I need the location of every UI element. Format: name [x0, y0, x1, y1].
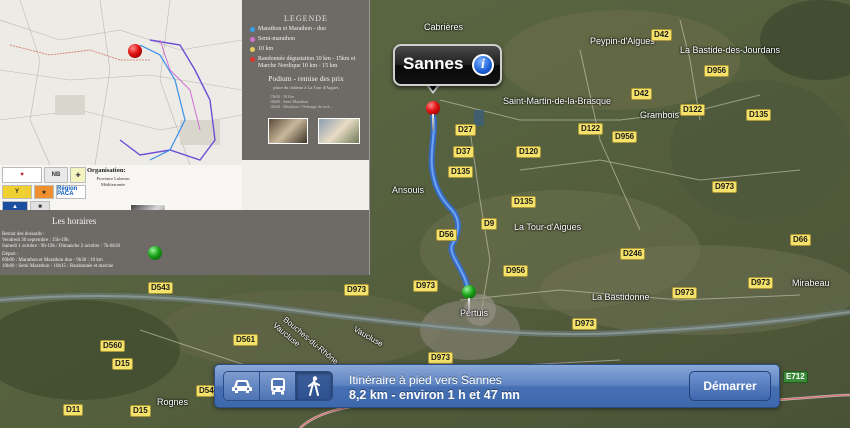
road-label: D246 [620, 248, 646, 260]
walk-icon[interactable] [296, 372, 332, 400]
directions-title: Itinéraire à pied vers Sannes [349, 373, 502, 387]
road-label: D973 [748, 277, 774, 289]
poster-route-map [0, 0, 243, 166]
road-label: D135 [511, 196, 537, 208]
road-label: D42 [631, 88, 652, 100]
sponsor-logo: NB [44, 167, 68, 183]
road-label: D42 [651, 29, 672, 41]
sponsor-logo: Y [2, 185, 32, 199]
start-pin[interactable] [462, 285, 476, 315]
car-icon[interactable] [224, 372, 260, 400]
legend-item: Semi-marathon [250, 36, 362, 43]
legend-label: Randonnée dégustation 10 km - 15km et Ma… [258, 56, 356, 69]
race-poster-overlay: LEGENDE Marathon et Marathon - duo Semi-… [0, 0, 370, 275]
road-label: D973 [428, 352, 454, 364]
road-label: D122 [680, 104, 706, 116]
schedule-line: Samedi 1 octobre : 9h-19h / Dimanche 2 o… [2, 244, 121, 249]
place-label-tour-aigues: La Tour-d'Aigues [514, 222, 582, 232]
legend-label: Semi-marathon [258, 36, 295, 42]
legend-label: 10 km [258, 46, 274, 52]
road-label: D37 [453, 146, 474, 158]
road-label: D561 [233, 334, 259, 346]
road-label: D543 [148, 282, 174, 294]
road-label: E712 [783, 371, 808, 383]
place-label-mirabeau: Mirabeau [792, 278, 830, 288]
podium-title: Podium - remise des prix [268, 74, 344, 83]
road-label: D973 [413, 280, 439, 292]
road-label: D15 [112, 358, 133, 370]
start-button[interactable]: Démarrer [689, 371, 771, 401]
road-label: D56 [436, 229, 457, 241]
legend-item: Randonnée dégustation 10 km - 15km et Ma… [250, 56, 362, 70]
road-label: D973 [712, 181, 738, 193]
legend-title: LEGENDE [284, 14, 328, 23]
bus-icon[interactable] [260, 372, 296, 400]
directions-summary: 8,2 km - environ 1 h et 47 mn [349, 388, 520, 402]
road-label: D560 [100, 340, 126, 352]
road-label: D973 [672, 287, 698, 299]
legend-swatch [250, 37, 255, 42]
road-label: D9 [481, 218, 498, 230]
road-label: D66 [790, 234, 811, 246]
road-label: D956 [612, 131, 638, 143]
directions-bar: Itinéraire à pied vers Sannes 8,2 km - e… [214, 364, 780, 408]
destination-pin[interactable] [426, 101, 440, 131]
sponsor-region-label: Région PACA [57, 186, 78, 197]
organisation-text: Provence Luberon Méditerranée [96, 176, 130, 187]
legend-label: Marathon et Marathon - duo [258, 26, 326, 32]
poster-finish-pin [148, 246, 162, 275]
place-label-cabrieres: Cabrières [424, 22, 464, 32]
poster-photo-podium [268, 118, 308, 144]
road-label: D120 [516, 146, 542, 158]
place-label-bastidonne: La Bastidonne [592, 292, 650, 302]
road-label: D27 [455, 124, 476, 136]
road-label: D135 [746, 109, 772, 121]
schedule-title: Les horaires [52, 216, 97, 226]
schedule-line: 10h00 : Semi Marathon - 10h15 : Randonné… [2, 264, 114, 269]
sponsor-logo: ✚ [70, 167, 86, 183]
place-label-ansouis: Ansouis [392, 185, 425, 195]
legend-item: Marathon et Marathon - duo [250, 26, 362, 33]
location-callout[interactable]: Sannes i [393, 44, 502, 86]
sponsor-logo: ♥ [2, 167, 42, 183]
map-view[interactable]: Cabrières Peypin-d'Aigues La Bastide-des… [0, 0, 850, 428]
podium-schedule: 15h30 : 10 Km 16h00 : Semi-Marathon 16h3… [270, 94, 369, 109]
road-label: D15 [130, 405, 151, 417]
road-label: D135 [448, 166, 474, 178]
road-label: D11 [63, 404, 84, 416]
poster-photo-chateau [318, 118, 360, 144]
sponsor-logo-region: Région PACA [56, 185, 86, 199]
road-label: D956 [503, 265, 529, 277]
poster-start-pin [128, 44, 142, 74]
place-label-grambois: Grambois [640, 110, 680, 120]
sponsor-logo: ★ [34, 185, 54, 199]
road-label: D973 [572, 318, 598, 330]
info-icon[interactable]: i [472, 54, 494, 76]
place-label-rognes: Rognes [157, 397, 189, 407]
legend-item: 10 km [250, 46, 362, 53]
podium-line: 16h30 : Marathon / l'échange du rosé… [270, 104, 334, 109]
podium-subtitle: place du château à La Tour d'Aigues [273, 85, 339, 90]
road-label: D956 [704, 65, 730, 77]
legend-swatch [250, 47, 255, 52]
place-label-bastide: La Bastide-des-Jourdans [680, 45, 781, 55]
place-label-peypin: Peypin-d'Aigues [590, 36, 655, 46]
legend-swatch [250, 27, 255, 32]
place-label-saint-martin: Saint-Martin-de-la-Brasque [503, 96, 612, 106]
road-label: D122 [578, 123, 604, 135]
road-label: D973 [344, 284, 370, 296]
organisation-title: Organisation: [87, 167, 126, 174]
transport-mode-selector [223, 371, 333, 401]
callout-title: Sannes [403, 54, 464, 73]
legend-swatch [250, 57, 255, 62]
poster-schedule: Les horaires Retrait des dossards : Vend… [0, 210, 369, 275]
